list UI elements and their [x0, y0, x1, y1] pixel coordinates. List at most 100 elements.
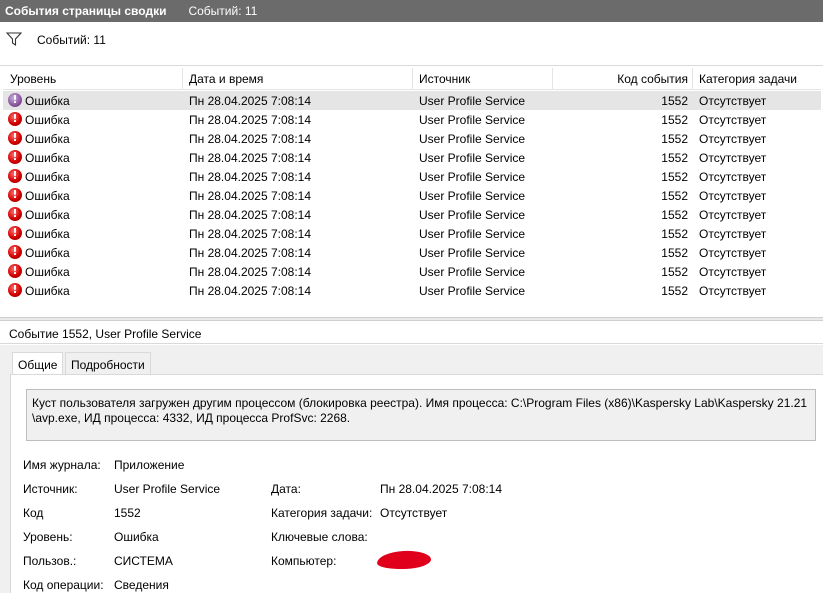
source-value: User Profile Service: [114, 482, 221, 496]
event-row[interactable]: ! Ошибка Пн 28.04.2025 7:08:14 User Prof…: [3, 167, 821, 186]
column-header-datetime[interactable]: Дата и время: [189, 72, 263, 86]
error-icon: !: [8, 131, 22, 145]
event-row[interactable]: ! Ошибка Пн 28.04.2025 7:08:14 User Prof…: [3, 91, 821, 110]
event-datetime: Пн 28.04.2025 7:08:14: [189, 189, 312, 203]
event-datetime: Пн 28.04.2025 7:08:14: [189, 132, 312, 146]
event-code: 1552: [661, 265, 688, 279]
event-source: User Profile Service: [419, 284, 526, 298]
filter-bar: Событий: 11: [0, 24, 823, 66]
error-icon: !: [8, 93, 22, 107]
tab-general-label: Общие: [18, 358, 58, 372]
event-code: 1552: [661, 246, 688, 260]
event-code: 1552: [661, 94, 688, 108]
event-category: Отсутствует: [699, 170, 767, 184]
event-row[interactable]: ! Ошибка Пн 28.04.2025 7:08:14 User Prof…: [3, 281, 821, 300]
log-name-value: Приложение: [114, 458, 185, 472]
level-label: Уровень:: [23, 530, 73, 544]
error-icon: !: [8, 169, 22, 183]
window-title: События страницы сводки: [5, 4, 167, 18]
event-row[interactable]: ! Ошибка Пн 28.04.2025 7:08:14 User Prof…: [3, 186, 821, 205]
event-row[interactable]: ! Ошибка Пн 28.04.2025 7:08:14 User Prof…: [3, 205, 821, 224]
tab-details[interactable]: Подробности: [65, 352, 151, 374]
event-level: Ошибка: [25, 227, 70, 241]
error-icon: !: [8, 112, 22, 126]
event-level: Ошибка: [25, 284, 70, 298]
event-detail-header: Событие 1552, User Profile Service: [0, 322, 823, 344]
event-category: Отсутствует: [699, 189, 767, 203]
event-category: Отсутствует: [699, 246, 767, 260]
event-level: Ошибка: [25, 208, 70, 222]
tab-details-label: Подробности: [71, 358, 145, 372]
event-level: Ошибка: [25, 265, 70, 279]
event-datetime: Пн 28.04.2025 7:08:14: [189, 246, 312, 260]
event-code: 1552: [661, 189, 688, 203]
event-datetime: Пн 28.04.2025 7:08:14: [189, 151, 312, 165]
event-source: User Profile Service: [419, 208, 526, 222]
event-count-title: Событий: 11: [188, 4, 258, 18]
source-label: Источник:: [23, 482, 78, 496]
column-header-task-category[interactable]: Категория задачи: [699, 72, 797, 86]
task-category-label: Категория задачи:: [271, 506, 373, 520]
filter-icon[interactable]: [6, 32, 22, 46]
event-code: 1552: [661, 151, 688, 165]
error-icon: !: [8, 150, 22, 164]
event-category: Отсутствует: [699, 284, 767, 298]
event-category: Отсутствует: [699, 227, 767, 241]
opcode-value: Сведения: [114, 578, 169, 592]
event-datetime: Пн 28.04.2025 7:08:14: [189, 265, 312, 279]
event-row[interactable]: ! Ошибка Пн 28.04.2025 7:08:14 User Prof…: [3, 129, 821, 148]
event-source: User Profile Service: [419, 170, 526, 184]
event-datetime: Пн 28.04.2025 7:08:14: [189, 170, 312, 184]
event-source: User Profile Service: [419, 132, 526, 146]
events-list: ! Ошибка Пн 28.04.2025 7:08:14 User Prof…: [3, 91, 821, 300]
event-code: 1552: [661, 132, 688, 146]
event-code: 1552: [661, 113, 688, 127]
event-row[interactable]: ! Ошибка Пн 28.04.2025 7:08:14 User Prof…: [3, 243, 821, 262]
event-level: Ошибка: [25, 170, 70, 184]
event-category: Отсутствует: [699, 94, 767, 108]
event-code: 1552: [661, 284, 688, 298]
event-datetime: Пн 28.04.2025 7:08:14: [189, 227, 312, 241]
event-code: 1552: [661, 227, 688, 241]
general-tab-pane: Куст пользователя загружен другим процес…: [10, 374, 823, 593]
event-detail-title: Событие 1552, User Profile Service: [9, 327, 202, 341]
event-level: Ошибка: [25, 132, 70, 146]
event-row[interactable]: ! Ошибка Пн 28.04.2025 7:08:14 User Prof…: [3, 224, 821, 243]
user-value: СИСТЕМА: [114, 554, 173, 568]
error-icon: !: [8, 283, 22, 297]
error-icon: !: [8, 226, 22, 240]
event-datetime: Пн 28.04.2025 7:08:14: [189, 284, 312, 298]
column-header-event-code[interactable]: Код события: [554, 72, 688, 86]
error-icon: !: [8, 264, 22, 278]
event-row[interactable]: ! Ошибка Пн 28.04.2025 7:08:14 User Prof…: [3, 110, 821, 129]
event-category: Отсутствует: [699, 132, 767, 146]
pane-splitter[interactable]: [0, 317, 823, 321]
event-description[interactable]: Куст пользователя загружен другим процес…: [26, 389, 816, 441]
column-header-level[interactable]: Уровень: [10, 72, 56, 86]
date-label: Дата:: [271, 482, 301, 496]
event-level: Ошибка: [25, 113, 70, 127]
event-level: Ошибка: [25, 151, 70, 165]
log-name-label: Имя журнала:: [23, 458, 101, 472]
tab-general[interactable]: Общие: [12, 352, 64, 375]
event-category: Отсутствует: [699, 113, 767, 127]
event-datetime: Пн 28.04.2025 7:08:14: [189, 113, 312, 127]
computer-name-redaction: [376, 549, 432, 571]
error-icon: !: [8, 188, 22, 202]
event-source: User Profile Service: [419, 151, 526, 165]
event-category: Отсутствует: [699, 208, 767, 222]
error-icon: !: [8, 245, 22, 259]
keywords-label: Ключевые слова:: [271, 530, 368, 544]
user-label: Пользов.:: [23, 554, 77, 568]
event-code: 1552: [661, 208, 688, 222]
column-header-source[interactable]: Источник: [419, 72, 470, 86]
event-code-value: 1552: [114, 506, 141, 520]
event-level: Ошибка: [25, 246, 70, 260]
computer-label: Компьютер:: [271, 554, 337, 568]
event-category: Отсутствует: [699, 265, 767, 279]
event-row[interactable]: ! Ошибка Пн 28.04.2025 7:08:14 User Prof…: [3, 262, 821, 281]
date-value: Пн 28.04.2025 7:08:14: [380, 482, 503, 496]
event-category: Отсутствует: [699, 151, 767, 165]
filter-event-count: Событий: 11: [37, 33, 106, 47]
event-row[interactable]: ! Ошибка Пн 28.04.2025 7:08:14 User Prof…: [3, 148, 821, 167]
